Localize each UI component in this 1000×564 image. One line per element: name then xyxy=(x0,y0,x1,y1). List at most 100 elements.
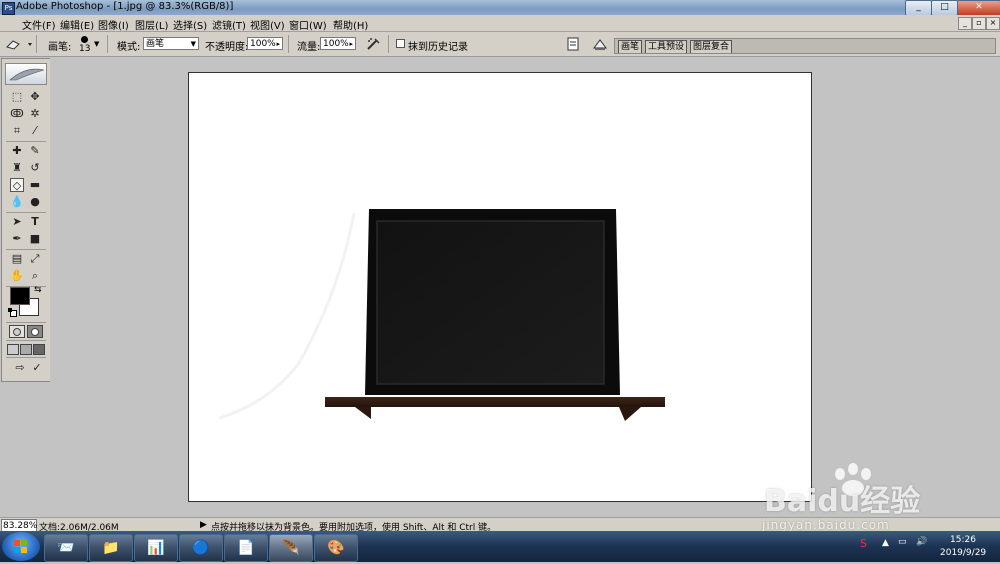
standard-mode-icon[interactable] xyxy=(9,325,25,338)
title-bar: Ps Adobe Photoshop - [1.jpg @ 83.3%(RGB/… xyxy=(0,0,1000,16)
doc-restore-button[interactable]: ▫ xyxy=(972,17,986,30)
taskbar-app-explorer[interactable]: 📁 xyxy=(89,534,133,562)
menu-file[interactable]: 文件(F) xyxy=(22,17,56,32)
full-screen-icon[interactable] xyxy=(33,344,45,355)
separator xyxy=(6,322,46,323)
presentation-icon: 📊 xyxy=(147,540,165,556)
mode-select[interactable]: 画笔 ▼ xyxy=(143,37,199,50)
brush-picker[interactable]: 13 ▼ xyxy=(78,34,100,54)
history-brush-icon[interactable]: ↺ xyxy=(28,161,42,175)
hand-icon[interactable]: ✋ xyxy=(10,269,24,283)
doc-close-button[interactable]: × xyxy=(986,17,1000,30)
menu-select[interactable]: 选择(S) xyxy=(173,17,207,32)
marquee-icon[interactable]: ⬚ xyxy=(10,90,24,104)
chevron-right-icon: ▸ xyxy=(349,40,353,48)
file-browser-button[interactable] xyxy=(566,37,580,51)
taskbar: 📨 📁 📊 🔵 📄 🪶 🎨 S ▲ ▭ 🔊 15:26 2019/9/29 xyxy=(0,531,1000,562)
eyedropper-icon[interactable]: ⤢ xyxy=(28,252,42,266)
notes-app-icon: 📄 xyxy=(237,540,255,556)
brush-icon[interactable]: ✎ xyxy=(28,144,42,158)
menu-help[interactable]: 帮助(H) xyxy=(333,17,368,32)
palette-icon xyxy=(593,39,607,50)
tab-brushes[interactable]: 画笔 xyxy=(618,40,643,53)
volume-icon[interactable]: 🔊 xyxy=(916,537,927,547)
paint-icon: 🎨 xyxy=(327,540,345,556)
type-icon[interactable]: T xyxy=(28,215,42,229)
zoom-icon[interactable]: ⌕ xyxy=(28,269,42,283)
tab-tool-presets[interactable]: 工具预设 xyxy=(645,40,688,53)
menu-layer[interactable]: 图层(L) xyxy=(135,17,168,32)
input-method-icon[interactable]: S xyxy=(860,537,867,550)
move-icon[interactable]: ✥ xyxy=(28,90,42,104)
menu-view[interactable]: 视图(V) xyxy=(250,17,285,32)
separator xyxy=(6,249,46,250)
tab-layer-comps[interactable]: 图层复合 xyxy=(690,40,733,53)
default-colors-icon[interactable] xyxy=(8,308,17,317)
erase-history-label: 抹到历史记录 xyxy=(408,42,468,53)
close-button[interactable]: ✕ xyxy=(957,0,1000,16)
magic-wand-icon[interactable]: ✲ xyxy=(28,107,42,121)
lasso-icon[interactable]: ↂ xyxy=(10,107,24,121)
gradient-icon[interactable]: ▬ xyxy=(28,178,42,192)
brush-size: 13 xyxy=(79,44,91,54)
adobe-online-button[interactable] xyxy=(5,63,47,85)
menu-edit[interactable]: 编辑(E) xyxy=(60,17,94,32)
erase-history-checkbox[interactable] xyxy=(396,39,405,48)
taskbar-app-photoshop[interactable]: 🪶 xyxy=(269,534,313,562)
path-select-icon[interactable]: ➤ xyxy=(10,215,24,229)
flow-input[interactable]: 100% ▸ xyxy=(320,37,356,50)
window-title: Adobe Photoshop - [1.jpg @ 83.3%(RGB/8)] xyxy=(16,1,234,12)
opacity-input[interactable]: 100% ▸ xyxy=(247,37,283,50)
stamp-icon[interactable]: ♜ xyxy=(10,161,24,175)
zoom-value: 83.28% xyxy=(3,521,38,531)
foreground-color-swatch[interactable] xyxy=(10,287,30,305)
status-bar: 83.28% 文档:2.06M/2.06M ▶ 点按并拖移以抹为背景色。要用附加… xyxy=(0,517,1000,533)
palette-well-button[interactable] xyxy=(592,36,608,52)
photoshop-feather-icon: 🪶 xyxy=(282,540,300,556)
airbrush-button[interactable] xyxy=(365,36,381,52)
eraser-icon xyxy=(6,40,32,50)
separator xyxy=(6,212,46,213)
standard-screen-icon[interactable] xyxy=(7,344,19,355)
network-icon[interactable]: ▭ xyxy=(898,537,907,547)
menu-image[interactable]: 图像(I) xyxy=(98,17,129,32)
windows-logo-icon xyxy=(14,540,27,553)
dodge-icon[interactable]: ● xyxy=(28,195,42,209)
chevron-down-icon: ▼ xyxy=(94,40,100,48)
shape-icon[interactable]: ■ xyxy=(28,232,42,246)
crop-icon[interactable]: ⌗ xyxy=(10,124,24,138)
maximize-button[interactable]: □ xyxy=(931,0,958,16)
menu-bar: 文件(F) 编辑(E) 图像(I) 图层(L) 选择(S) 滤镜(T) 视图(V… xyxy=(0,15,1000,32)
imageready-icon[interactable]: ✓ xyxy=(30,361,44,375)
clock-time[interactable]: 15:26 xyxy=(950,535,976,545)
eraser-icon[interactable]: ◇ xyxy=(10,178,24,192)
blur-icon[interactable]: 💧 xyxy=(10,195,24,209)
status-arrow-icon[interactable]: ▶ xyxy=(200,520,207,530)
taskbar-app-sogou[interactable]: 🔵 xyxy=(179,534,223,562)
menu-filter[interactable]: 滤镜(T) xyxy=(212,17,246,32)
notes-icon[interactable]: ▤ xyxy=(10,252,24,266)
quick-mask-icon[interactable] xyxy=(27,325,43,338)
taskbar-app-messenger[interactable]: 📨 xyxy=(44,534,88,562)
taskbar-app-notes[interactable]: 📄 xyxy=(224,534,268,562)
full-screen-menu-icon[interactable] xyxy=(20,344,32,355)
flow-value: 100% xyxy=(323,39,349,49)
feather-logo-icon xyxy=(9,68,45,81)
slice-icon[interactable]: ⁄ xyxy=(28,124,42,138)
doc-minimize-button[interactable]: _ xyxy=(958,17,972,30)
taskbar-app-presentation[interactable]: 📊 xyxy=(134,534,178,562)
separator xyxy=(36,35,37,53)
clock-date[interactable]: 2019/9/29 xyxy=(940,548,986,558)
minimize-button[interactable]: _ xyxy=(905,0,932,16)
taskbar-app-paint[interactable]: 🎨 xyxy=(314,534,358,562)
healing-icon[interactable]: ✚ xyxy=(10,144,24,158)
start-button[interactable] xyxy=(2,532,40,561)
toolbox: ⬚ ✥ ↂ ✲ ⌗ ⁄ ✚ ✎ ♜ ↺ ◇ ▬ 💧 ● ➤ T ✒ ■ ▤ ⤢ … xyxy=(1,58,51,382)
tool-preset-picker[interactable] xyxy=(4,37,34,51)
tray-expand-icon[interactable]: ▲ xyxy=(882,538,889,548)
document-canvas[interactable] xyxy=(188,72,812,502)
menu-window[interactable]: 窗口(W) xyxy=(289,17,327,32)
pen-icon[interactable]: ✒ xyxy=(10,232,24,246)
jump-to-imageready-icon[interactable]: ⇨ xyxy=(10,361,30,375)
swap-colors-icon[interactable]: ⇆ xyxy=(34,285,42,295)
